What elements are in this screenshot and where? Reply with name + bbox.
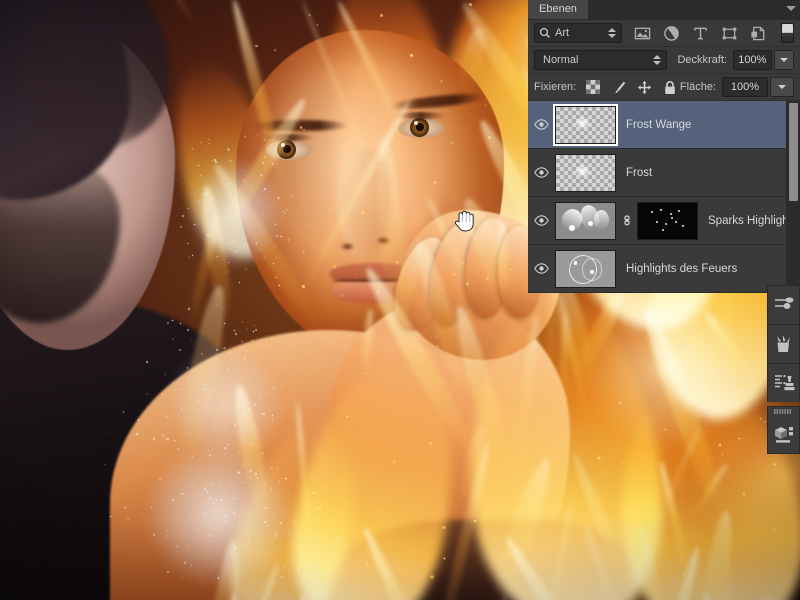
eye-icon[interactable]: [534, 263, 549, 274]
layer-name: Frost: [626, 166, 653, 179]
layer-thumbnail[interactable]: [553, 103, 618, 146]
dock-grip[interactable]: [768, 407, 799, 415]
collapsed-panel-dock: [767, 285, 800, 454]
shape-layer-filter-icon[interactable]: [721, 25, 738, 42]
layer-mask-thumbnail[interactable]: [637, 201, 698, 240]
layers-scrollbar-track[interactable]: [786, 101, 800, 293]
layer-filter-stepper[interactable]: [606, 28, 617, 38]
layer-thumbnail[interactable]: [555, 153, 616, 192]
lock-image-pixels-icon[interactable]: [611, 80, 626, 95]
pixel-layer-filter-icon[interactable]: [634, 25, 651, 42]
layer-filter-kind-select[interactable]: Art: [534, 23, 622, 43]
link-mask-icon[interactable]: [618, 213, 635, 228]
layer-row[interactable]: Sparks Highlights: [528, 197, 800, 245]
lock-all-icon[interactable]: [663, 80, 677, 95]
layer-row[interactable]: Frost Wange: [528, 101, 800, 149]
panel-tab-bar: Ebenen: [528, 0, 800, 19]
artwork-woman-glint-right: [414, 121, 418, 125]
search-icon: [539, 27, 550, 38]
opacity-value[interactable]: 100%: [732, 50, 772, 70]
layer-thumbnail[interactable]: [555, 249, 616, 288]
artwork-man-hair-front: [20, 0, 170, 150]
brushes-icon[interactable]: [768, 325, 799, 363]
layer-name: Frost Wange: [626, 118, 692, 131]
filter-enable-toggle[interactable]: [781, 23, 794, 43]
type-layer-filter-icon[interactable]: [692, 25, 709, 42]
collapsed-panel-group-1: [767, 285, 800, 402]
adjustment-layer-filter-icon[interactable]: [663, 25, 680, 42]
opacity-label: Deckkraft:: [677, 54, 727, 66]
layers-scrollbar-thumb[interactable]: [789, 103, 798, 201]
lock-row: Fixieren: Fläche: 100%: [528, 74, 800, 101]
eye-icon[interactable]: [534, 119, 549, 130]
layer-visibility-toggle[interactable]: [528, 215, 555, 226]
layer-list: Frost Wange Frost Sparks Highlights Highlig…: [528, 101, 800, 293]
panel-menu-icon[interactable]: [786, 6, 796, 11]
layer-name: Highlights des Feuers: [626, 262, 738, 275]
lock-position-icon[interactable]: [637, 80, 652, 95]
fill-dropdown-button[interactable]: [770, 77, 794, 97]
blend-mode-stepper[interactable]: [651, 55, 662, 65]
smart-object-filter-icon[interactable]: [750, 25, 767, 42]
layer-filter-kind-value: Art: [555, 27, 570, 39]
layer-visibility-toggle[interactable]: [528, 263, 555, 274]
layer-row[interactable]: Frost: [528, 149, 800, 197]
fill-value[interactable]: 100%: [722, 77, 768, 97]
photoshop-window: Ebenen Art Normal Deckkraft: 100% Fixier…: [0, 0, 800, 600]
layer-visibility-toggle[interactable]: [528, 167, 555, 178]
blend-mode-select[interactable]: Normal: [534, 50, 668, 70]
hand-cursor: [454, 210, 474, 232]
clone-source-icon[interactable]: [768, 364, 799, 402]
layer-filter-type-icons: [634, 25, 767, 42]
artwork-woman-nostril-left: [340, 242, 355, 251]
blend-mode-row: Normal Deckkraft: 100%: [528, 47, 800, 74]
layers-dock: Ebenen Art Normal Deckkraft: 100% Fixier…: [528, 0, 800, 293]
eye-icon[interactable]: [534, 215, 549, 226]
layer-thumbnail[interactable]: [555, 201, 616, 240]
artwork-frost-arm: [150, 330, 300, 480]
lock-transparency-icon[interactable]: [586, 80, 601, 94]
collapsed-panel-group-2: [767, 406, 800, 454]
lock-label: Fixieren:: [534, 81, 577, 93]
fill-label: Fläche:: [679, 81, 716, 93]
layers-panel: Art Normal Deckkraft: 100% Fixieren: Flä…: [528, 19, 800, 293]
layer-row[interactable]: Highlights des Feuers: [528, 245, 800, 293]
eye-icon[interactable]: [534, 167, 549, 178]
layer-filter-row: Art: [528, 20, 800, 47]
brush-settings-icon[interactable]: [768, 286, 799, 324]
layer-name: Sparks Highlights: [708, 214, 798, 227]
link-mask-icon[interactable]: [621, 213, 633, 228]
lock-icons: [586, 80, 677, 95]
tab-ebenen[interactable]: Ebenen: [528, 0, 588, 19]
3d-panel-icon[interactable]: [768, 415, 799, 453]
layer-visibility-toggle[interactable]: [528, 119, 555, 130]
blend-mode-value: Normal: [543, 54, 579, 66]
opacity-dropdown-button[interactable]: [773, 50, 794, 70]
